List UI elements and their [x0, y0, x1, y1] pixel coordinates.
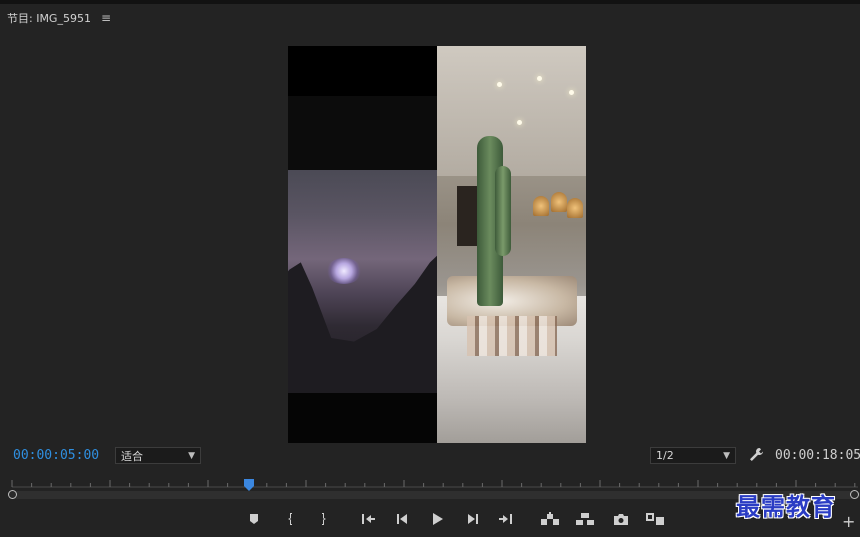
step-back-button[interactable] [391, 508, 413, 530]
go-to-out-button[interactable] [495, 508, 517, 530]
ceiling-light [497, 82, 502, 87]
ruler-ticks [11, 480, 858, 488]
sunset-image [288, 170, 437, 393]
window-top-border [0, 0, 860, 4]
left-video-half [288, 46, 437, 443]
cactus-small [495, 166, 511, 256]
mark-out-icon [322, 513, 326, 525]
ceiling [437, 46, 586, 176]
sun-glow [326, 258, 362, 284]
dark-band-bottom [288, 393, 437, 443]
go-to-out-icon [499, 514, 512, 524]
time-ruler[interactable] [0, 474, 860, 488]
play-icon [433, 513, 443, 525]
go-to-in-icon [362, 514, 375, 524]
comparison-icon [646, 513, 664, 525]
watermark-logo: 最需教育 [736, 492, 836, 521]
transport-controls [0, 508, 860, 532]
pendant-lamp [567, 198, 583, 218]
program-monitor-viewer[interactable] [288, 46, 586, 443]
step-forward-button[interactable] [462, 508, 484, 530]
chevron-down-icon: ▼ [723, 450, 730, 461]
panel-title: 节目: IMG_5951 [7, 12, 91, 25]
dark-band-top [288, 96, 437, 170]
pendant-lamp [533, 196, 549, 216]
ceiling-light [569, 90, 574, 95]
program-monitor-header: 节目: IMG_5951 ≡ [7, 10, 111, 26]
pendant-lamp [551, 192, 567, 212]
extract-button[interactable] [574, 508, 596, 530]
lift-icon [541, 512, 559, 525]
comparison-view-button[interactable] [644, 508, 666, 530]
export-frame-button[interactable] [610, 508, 632, 530]
play-button[interactable] [426, 508, 448, 530]
zoom-level-select[interactable]: 适合 ▼ [115, 447, 201, 464]
playhead[interactable] [243, 476, 254, 491]
current-timecode[interactable]: 00:00:05:00 [13, 448, 99, 463]
hamburger-menu-icon[interactable]: ≡ [101, 11, 111, 25]
mark-out-button[interactable] [312, 508, 334, 530]
add-button-icon[interactable]: + [842, 512, 855, 531]
lift-button[interactable] [539, 508, 561, 530]
zoom-level-value: 适合 [121, 449, 143, 463]
ceiling-light [517, 120, 522, 125]
ceiling-light [537, 76, 542, 81]
mark-in-button[interactable] [280, 508, 302, 530]
display-items [467, 316, 557, 356]
resolution-value: 1/2 [656, 449, 674, 462]
zoom-scrollbar[interactable] [8, 491, 860, 499]
scrollbar-right-handle[interactable] [850, 490, 859, 499]
right-video-half [437, 46, 586, 443]
playback-resolution-select[interactable]: 1/2 ▼ [650, 447, 736, 464]
marker-icon [250, 514, 258, 524]
step-forward-icon [468, 514, 478, 524]
mark-in-icon [288, 513, 292, 525]
extract-icon [576, 513, 594, 525]
add-marker-button[interactable] [243, 508, 265, 530]
duration-timecode: 00:00:18:05 [775, 448, 860, 463]
scrollbar-left-handle[interactable] [8, 490, 17, 499]
camera-icon [614, 513, 628, 525]
step-back-icon [397, 514, 407, 524]
hill-silhouette [288, 230, 437, 393]
chevron-down-icon: ▼ [188, 450, 195, 461]
wrench-icon[interactable] [748, 447, 764, 463]
go-to-in-button[interactable] [357, 508, 379, 530]
